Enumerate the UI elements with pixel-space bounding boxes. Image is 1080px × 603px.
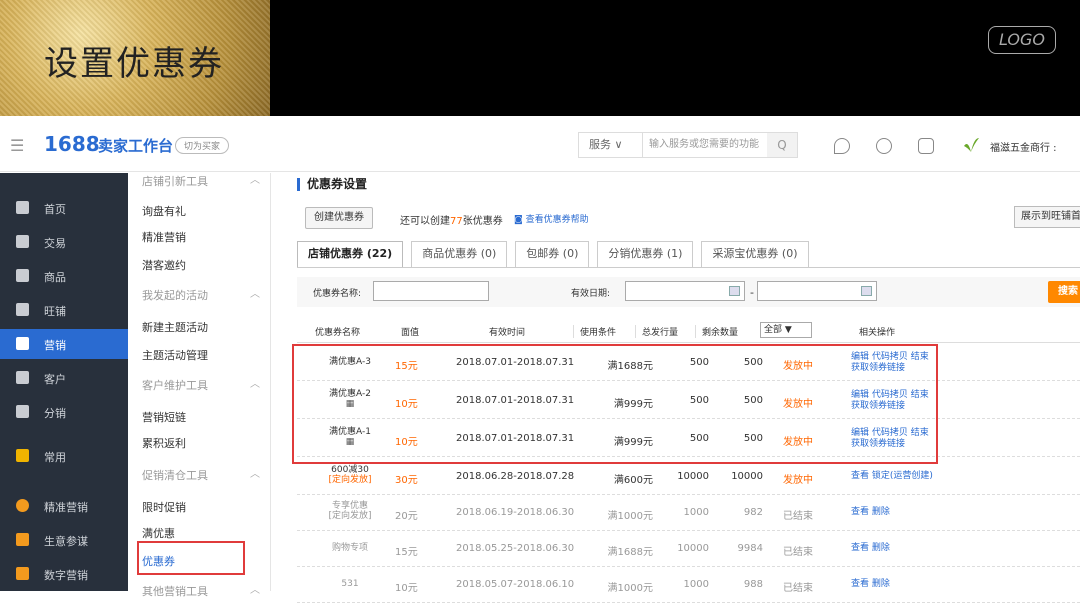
sidebar-item-marketing[interactable]: 营销 — [0, 329, 128, 359]
product-icon — [16, 269, 29, 282]
remaining-count-text: 还可以创建77张优惠券 — [400, 216, 503, 227]
header-condition: 使用条件 — [573, 325, 616, 338]
home-icon — [16, 201, 29, 214]
submenu: 店铺引新工具 询盘有礼 精准营销 潜客邀约 我发起的活动 新建主题活动 主题活动… — [128, 171, 271, 598]
header-total: 总发行量 — [635, 325, 678, 338]
filter-bar: 优惠券名称: 有效日期: - 搜索 — [297, 277, 1080, 307]
table-row: 531 10元 2018.05.07-2018.06.10 满1000元 100… — [297, 567, 1080, 603]
search-button[interactable]: 搜索 — [1048, 281, 1080, 303]
help-icon: ◙ — [514, 215, 526, 225]
trade-icon — [16, 235, 29, 248]
row-actions[interactable]: 查看 删除 — [851, 507, 890, 518]
search-input[interactable]: 输入服务或您需要的功能 — [643, 133, 767, 157]
coupon-highlight-box — [137, 541, 245, 575]
brand-logo[interactable]: 1688 — [44, 132, 100, 156]
submenu-item-precision[interactable]: 精准营销 — [142, 229, 186, 245]
submenu-group-promotion[interactable]: 促销清仓工具 — [142, 465, 260, 483]
location-icon[interactable] — [834, 138, 850, 154]
submenu-item-activity-manage[interactable]: 主题活动管理 — [142, 347, 208, 363]
banner: 设置优惠券 LOGO — [0, 0, 1080, 116]
sidebar-item-favorites[interactable]: 常用 — [0, 441, 128, 471]
coupon-name-label: 优惠券名称: — [313, 289, 362, 299]
tab-shop-coupon[interactable]: 店铺优惠券 (22) — [297, 241, 404, 267]
table-header: 优惠券名称 面值 有效时间 使用条件 总发行量 剩余数量 全部 ▼ 相关操作 — [297, 319, 1080, 343]
status-filter-select[interactable]: 全部 ▼ — [760, 322, 812, 338]
submenu-item-inquiry-gift[interactable]: 询盘有礼 — [142, 203, 186, 219]
target-icon — [16, 499, 29, 512]
marketing-icon — [16, 337, 29, 350]
search-bar: 服务 ∨ 输入服务或您需要的功能 Q — [578, 132, 798, 158]
table-row: 专享优惠 [定向发放] 20元 2018.06.19-2018.06.30 满10… — [297, 495, 1080, 531]
date-dash: - — [750, 286, 754, 299]
sidebar-item-trade[interactable]: 交易 — [0, 227, 128, 257]
start-date-input[interactable] — [625, 281, 745, 301]
page-title: 优惠券设置 — [297, 178, 367, 191]
edit-icon[interactable] — [918, 138, 934, 154]
sidebar-item-shop[interactable]: 旺铺 — [0, 295, 128, 325]
valid-date-label: 有效日期: — [571, 289, 611, 299]
sidebar-item-customer[interactable]: 客户 — [0, 363, 128, 393]
customer-icon — [16, 371, 29, 384]
sidebar-item-distribution[interactable]: 分销 — [0, 397, 128, 427]
menu-icon[interactable]: ☰ — [10, 136, 24, 155]
header-value: 面值 — [401, 328, 420, 338]
show-on-shop-button[interactable]: 展示到旺铺首页 — [1014, 206, 1080, 228]
coupon-help-link[interactable]: ◙ 查看优惠券帮助 — [514, 212, 589, 225]
distribution-icon — [16, 405, 29, 418]
workbench-title: 卖家工作台 — [98, 137, 174, 155]
tab-product-coupon[interactable]: 商品优惠券 (0) — [411, 241, 508, 267]
gear-icon[interactable] — [876, 138, 892, 154]
sidebar-item-digital-marketing[interactable]: 数字营销 — [0, 559, 128, 589]
header-name: 优惠券名称 — [315, 328, 361, 338]
submenu-item-new-activity[interactable]: 新建主题活动 — [142, 319, 208, 335]
submenu-group-customer[interactable]: 客户维护工具 — [142, 375, 260, 393]
top-bar: ☰ 1688 卖家工作台 切为买家 服务 ∨ 输入服务或您需要的功能 Q 福滋五… — [0, 116, 1080, 172]
switch-to-buyer-button[interactable]: 切为买家 — [175, 137, 230, 154]
sidebar-item-precision-marketing[interactable]: 精准营销 — [0, 491, 128, 521]
main-content: 优惠券设置 创建优惠券 还可以创建77张优惠券 ◙ 查看优惠券帮助 展示到旺铺首… — [272, 173, 1080, 603]
table-row: 600减30 [定向发放] 30元 2018.06.28-2018.07.28 满… — [297, 459, 1080, 495]
submenu-item-invite[interactable]: 潜客邀约 — [142, 257, 186, 273]
tab-divider — [297, 267, 1080, 268]
shop-name[interactable]: 福滋五金商行 : — [990, 139, 1057, 154]
end-date-input[interactable] — [757, 281, 877, 301]
sidebar-item-home[interactable]: 首页 — [0, 193, 128, 223]
create-coupon-button[interactable]: 创建优惠券 — [305, 207, 373, 229]
banner-title: 设置优惠券 — [44, 44, 224, 84]
leaf-icon — [964, 138, 979, 152]
coupon-tabs: 店铺优惠券 (22) 商品优惠券 (0) 包邮券 (0) 分销优惠券 (1) 采… — [297, 241, 817, 267]
submenu-group-acquisition[interactable]: 店铺引新工具 — [142, 171, 260, 189]
sidebar-item-product[interactable]: 商品 — [0, 261, 128, 291]
submenu-item-rebate[interactable]: 累积返利 — [142, 435, 186, 451]
row-actions[interactable]: 查看 删除 — [851, 579, 890, 590]
coupon-name-input[interactable] — [373, 281, 489, 301]
header-operations: 相关操作 — [859, 328, 896, 338]
star-icon — [16, 449, 29, 462]
service-dropdown[interactable]: 服务 ∨ — [579, 133, 643, 157]
row-actions[interactable]: 查看 锁定(运营创建) — [851, 471, 933, 482]
submenu-item-flash-sale[interactable]: 限时促销 — [142, 499, 186, 515]
sidebar: 首页 交易 商品 旺铺 营销 客户 分销 常用 精准营销 生意参谋 数字营销 — [0, 173, 128, 591]
row-actions[interactable]: 查看 删除 — [851, 543, 890, 554]
header-date: 有效时间 — [489, 328, 526, 338]
rows-highlight-box — [292, 344, 938, 464]
submenu-group-other[interactable]: 其他营销工具 — [142, 581, 260, 599]
analytics-icon — [16, 533, 29, 546]
tab-distribution-coupon[interactable]: 分销优惠券 (1) — [597, 241, 694, 267]
sidebar-item-analytics[interactable]: 生意参谋 — [0, 525, 128, 555]
logo: LOGO — [988, 26, 1056, 54]
shop-icon — [16, 303, 29, 316]
calendar-icon[interactable] — [729, 286, 740, 296]
calendar-icon[interactable] — [861, 286, 872, 296]
table-row: 购物专项 15元 2018.05.25-2018.06.30 满1688元 10… — [297, 531, 1080, 567]
header-remaining: 剩余数量 — [695, 325, 738, 338]
search-icon[interactable]: Q — [767, 133, 797, 157]
digital-icon — [16, 567, 29, 580]
tab-free-shipping[interactable]: 包邮券 (0) — [515, 241, 590, 267]
submenu-item-full-discount[interactable]: 满优惠 — [142, 525, 175, 541]
submenu-group-activities[interactable]: 我发起的活动 — [142, 285, 260, 303]
submenu-item-short-link[interactable]: 营销短链 — [142, 409, 186, 425]
tab-caiyuanbao-coupon[interactable]: 采源宝优惠券 (0) — [701, 241, 809, 267]
